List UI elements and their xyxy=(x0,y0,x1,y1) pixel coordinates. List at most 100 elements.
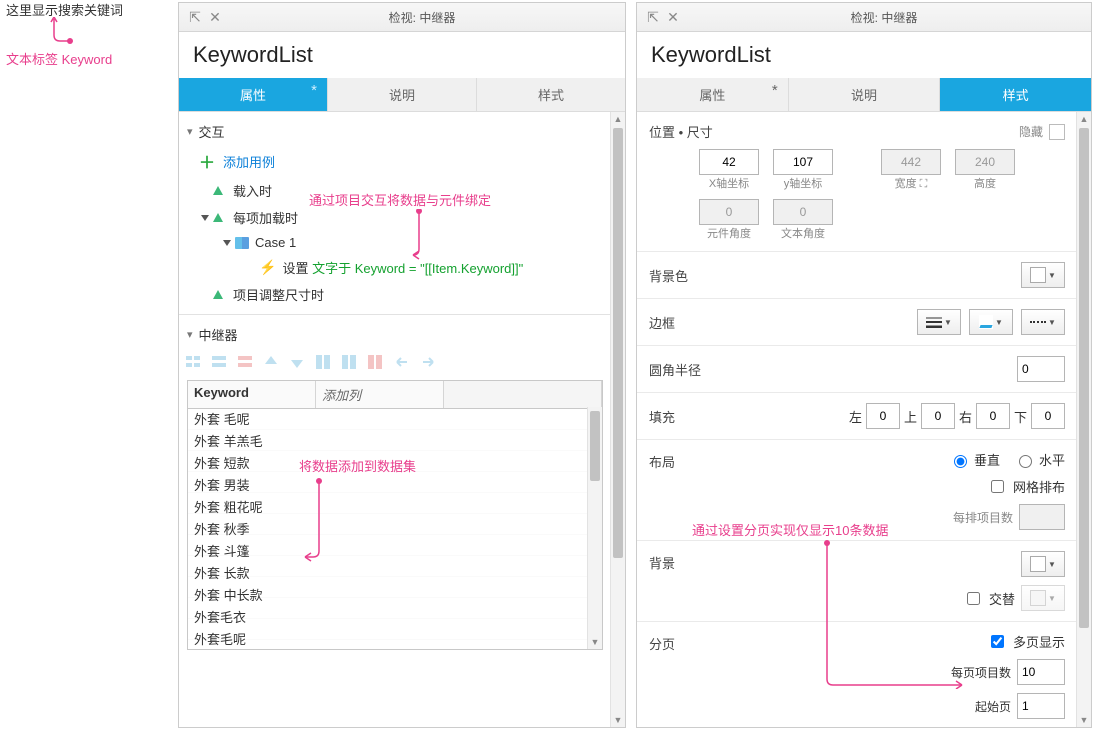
down-icon[interactable] xyxy=(289,354,307,372)
row-bgcolor: 背景色 ▼ xyxy=(637,252,1077,299)
section-header[interactable]: ▾ 中继器 xyxy=(179,321,611,348)
scrollbar-thumb[interactable] xyxy=(613,128,623,558)
pad-bottom-input[interactable] xyxy=(1031,403,1065,429)
add-case-link[interactable]: 添加用例 xyxy=(223,152,275,171)
action-row[interactable]: ⚡ 设置 文字于 Keyword = "[[Item.Keyword]]" xyxy=(195,254,611,281)
layout-wrap-checkbox[interactable]: 网格排布 xyxy=(987,477,1065,496)
table-row[interactable]: 外套 秋季 xyxy=(188,519,602,541)
y-input[interactable] xyxy=(773,149,833,175)
table-row[interactable]: 外套 斗篷 xyxy=(188,541,602,563)
items-per-page-input[interactable] xyxy=(1017,659,1065,685)
radius-label: 圆角半径 xyxy=(649,360,739,379)
tab-notes[interactable]: 说明 xyxy=(328,78,477,111)
table-row[interactable]: 外套 羊羔毛 xyxy=(188,431,602,453)
pos-size-label: 位置 • 尺寸 xyxy=(649,122,713,141)
event-onload[interactable]: 载入时 xyxy=(195,177,611,204)
hidden-checkbox[interactable] xyxy=(1049,124,1065,140)
radius-input[interactable] xyxy=(1017,356,1065,382)
cell-keyword: 外套 短款 xyxy=(188,453,602,475)
table-row[interactable]: 外套 毛呢 xyxy=(188,409,602,431)
layout-horizontal-radio[interactable]: 水平 xyxy=(1014,450,1065,469)
event-label: 每项加载时 xyxy=(233,208,298,227)
table-row[interactable]: 外套 男装 xyxy=(188,475,602,497)
event-onresize[interactable]: 项目调整尺寸时 xyxy=(195,281,611,308)
table-row[interactable]: 外套 长款 xyxy=(188,563,602,585)
layout-label: 布局 xyxy=(649,450,739,471)
bg-color-picker[interactable]: ▼ xyxy=(1021,551,1065,577)
toolbar-icon[interactable] xyxy=(211,354,229,372)
panel-titlebar: ⇱ ✕ 检视: 中继器 xyxy=(179,3,625,32)
column-header-add[interactable]: 添加列 xyxy=(316,381,444,408)
up-icon[interactable] xyxy=(263,354,281,372)
popout-icon[interactable]: ⇱ xyxy=(187,9,203,25)
pagination-label: 分页 xyxy=(649,632,739,653)
panel-scrollbar[interactable]: ▲ ▼ xyxy=(1076,112,1091,727)
event-icon xyxy=(213,184,227,198)
multi-page-checkbox[interactable]: 多页显示 xyxy=(987,632,1065,651)
items-per-row-input xyxy=(1019,504,1065,530)
inspector-panel-left: ⇱ ✕ 检视: 中继器 KeywordList 属性 * 说明 样式 ▾ 交互 xyxy=(178,2,626,728)
table-row[interactable]: 外套 粗花呢 xyxy=(188,497,602,519)
toolbar-icon[interactable] xyxy=(367,354,385,372)
close-icon[interactable]: ✕ xyxy=(207,9,223,25)
add-case-row[interactable]: ＋ 添加用例 xyxy=(195,145,611,177)
toolbar-icon[interactable] xyxy=(341,354,359,372)
bgcolor-picker[interactable]: ▼ xyxy=(1021,262,1065,288)
close-icon[interactable]: ✕ xyxy=(665,9,681,25)
pad-right-input[interactable] xyxy=(976,403,1010,429)
event-onitemload[interactable]: 每项加载时 xyxy=(195,204,611,231)
case-name: Case 1 xyxy=(255,235,296,250)
toolbar-icon[interactable] xyxy=(315,354,333,372)
scrollbar-thumb[interactable] xyxy=(590,411,600,481)
section-header[interactable]: ▾ 交互 xyxy=(179,118,611,145)
scroll-down-icon[interactable]: ▼ xyxy=(1077,713,1091,727)
scrollbar-thumb[interactable] xyxy=(1079,128,1089,628)
data-table-scrollbar[interactable]: ▲ ▼ xyxy=(587,407,602,649)
toolbar-icon[interactable] xyxy=(185,354,203,372)
bg-alt-color-picker[interactable]: ▼ xyxy=(1021,585,1065,611)
toolbar-icon[interactable] xyxy=(237,354,255,372)
cell-keyword: 外套 毛呢 xyxy=(188,409,602,431)
right-icon[interactable] xyxy=(419,354,437,372)
table-row[interactable]: 外套毛呢 xyxy=(188,629,602,649)
scroll-up-icon[interactable]: ▲ xyxy=(1077,112,1091,126)
row-padding: 填充 左 上 右 下 xyxy=(637,393,1077,440)
widget-angle-label: 元件角度 xyxy=(707,225,751,241)
bg-alt-checkbox[interactable]: 交替 xyxy=(963,589,1015,608)
x-input[interactable] xyxy=(699,149,759,175)
text-angle-input xyxy=(773,199,833,225)
layout-vertical-radio[interactable]: 垂直 xyxy=(949,450,1000,469)
tab-properties[interactable]: 属性 * xyxy=(179,78,328,111)
scroll-up-icon[interactable]: ▲ xyxy=(611,112,625,126)
row-background: 背景 ▼ 交替 ▼ xyxy=(637,541,1077,622)
y-label: y轴坐标 xyxy=(784,175,823,191)
left-icon[interactable] xyxy=(393,354,411,372)
widget-name: KeywordList xyxy=(179,32,625,78)
tab-label: 属性 xyxy=(240,88,266,103)
inspector-panel-right: ⇱ ✕ 检视: 中继器 KeywordList 属性 * 说明 样式 位置 • … xyxy=(636,2,1092,728)
border-width-picker[interactable]: ▼ xyxy=(917,309,961,335)
border-color-picker[interactable]: ▼ xyxy=(969,309,1013,335)
table-row[interactable]: 外套 中长款 xyxy=(188,585,602,607)
column-header-keyword[interactable]: Keyword xyxy=(188,381,316,408)
table-row[interactable]: 外套毛衣 xyxy=(188,607,602,629)
start-page-input[interactable] xyxy=(1017,693,1065,719)
tab-style[interactable]: 样式 xyxy=(940,78,1091,111)
pad-top-input[interactable] xyxy=(921,403,955,429)
cell-keyword: 外套 中长款 xyxy=(188,585,602,607)
pad-left-label: 左 xyxy=(849,407,862,426)
tab-notes[interactable]: 说明 xyxy=(789,78,941,111)
case-row[interactable]: Case 1 xyxy=(195,231,611,254)
table-row[interactable]: 外套 短款 xyxy=(188,453,602,475)
tab-style[interactable]: 样式 xyxy=(477,78,625,111)
popout-icon[interactable]: ⇱ xyxy=(645,9,661,25)
annotation-keyword-label: 文本标签 Keyword xyxy=(6,49,166,68)
x-label: X轴坐标 xyxy=(709,175,749,191)
pad-left-input[interactable] xyxy=(866,403,900,429)
tab-properties[interactable]: 属性 * xyxy=(637,78,789,111)
row-border: 边框 ▼ ▼ ▼ xyxy=(637,299,1077,346)
scroll-down-icon[interactable]: ▼ xyxy=(588,635,602,649)
scroll-down-icon[interactable]: ▼ xyxy=(611,713,625,727)
border-style-picker[interactable]: ▼ xyxy=(1021,309,1065,335)
panel-scrollbar[interactable]: ▲ ▼ xyxy=(610,112,625,727)
